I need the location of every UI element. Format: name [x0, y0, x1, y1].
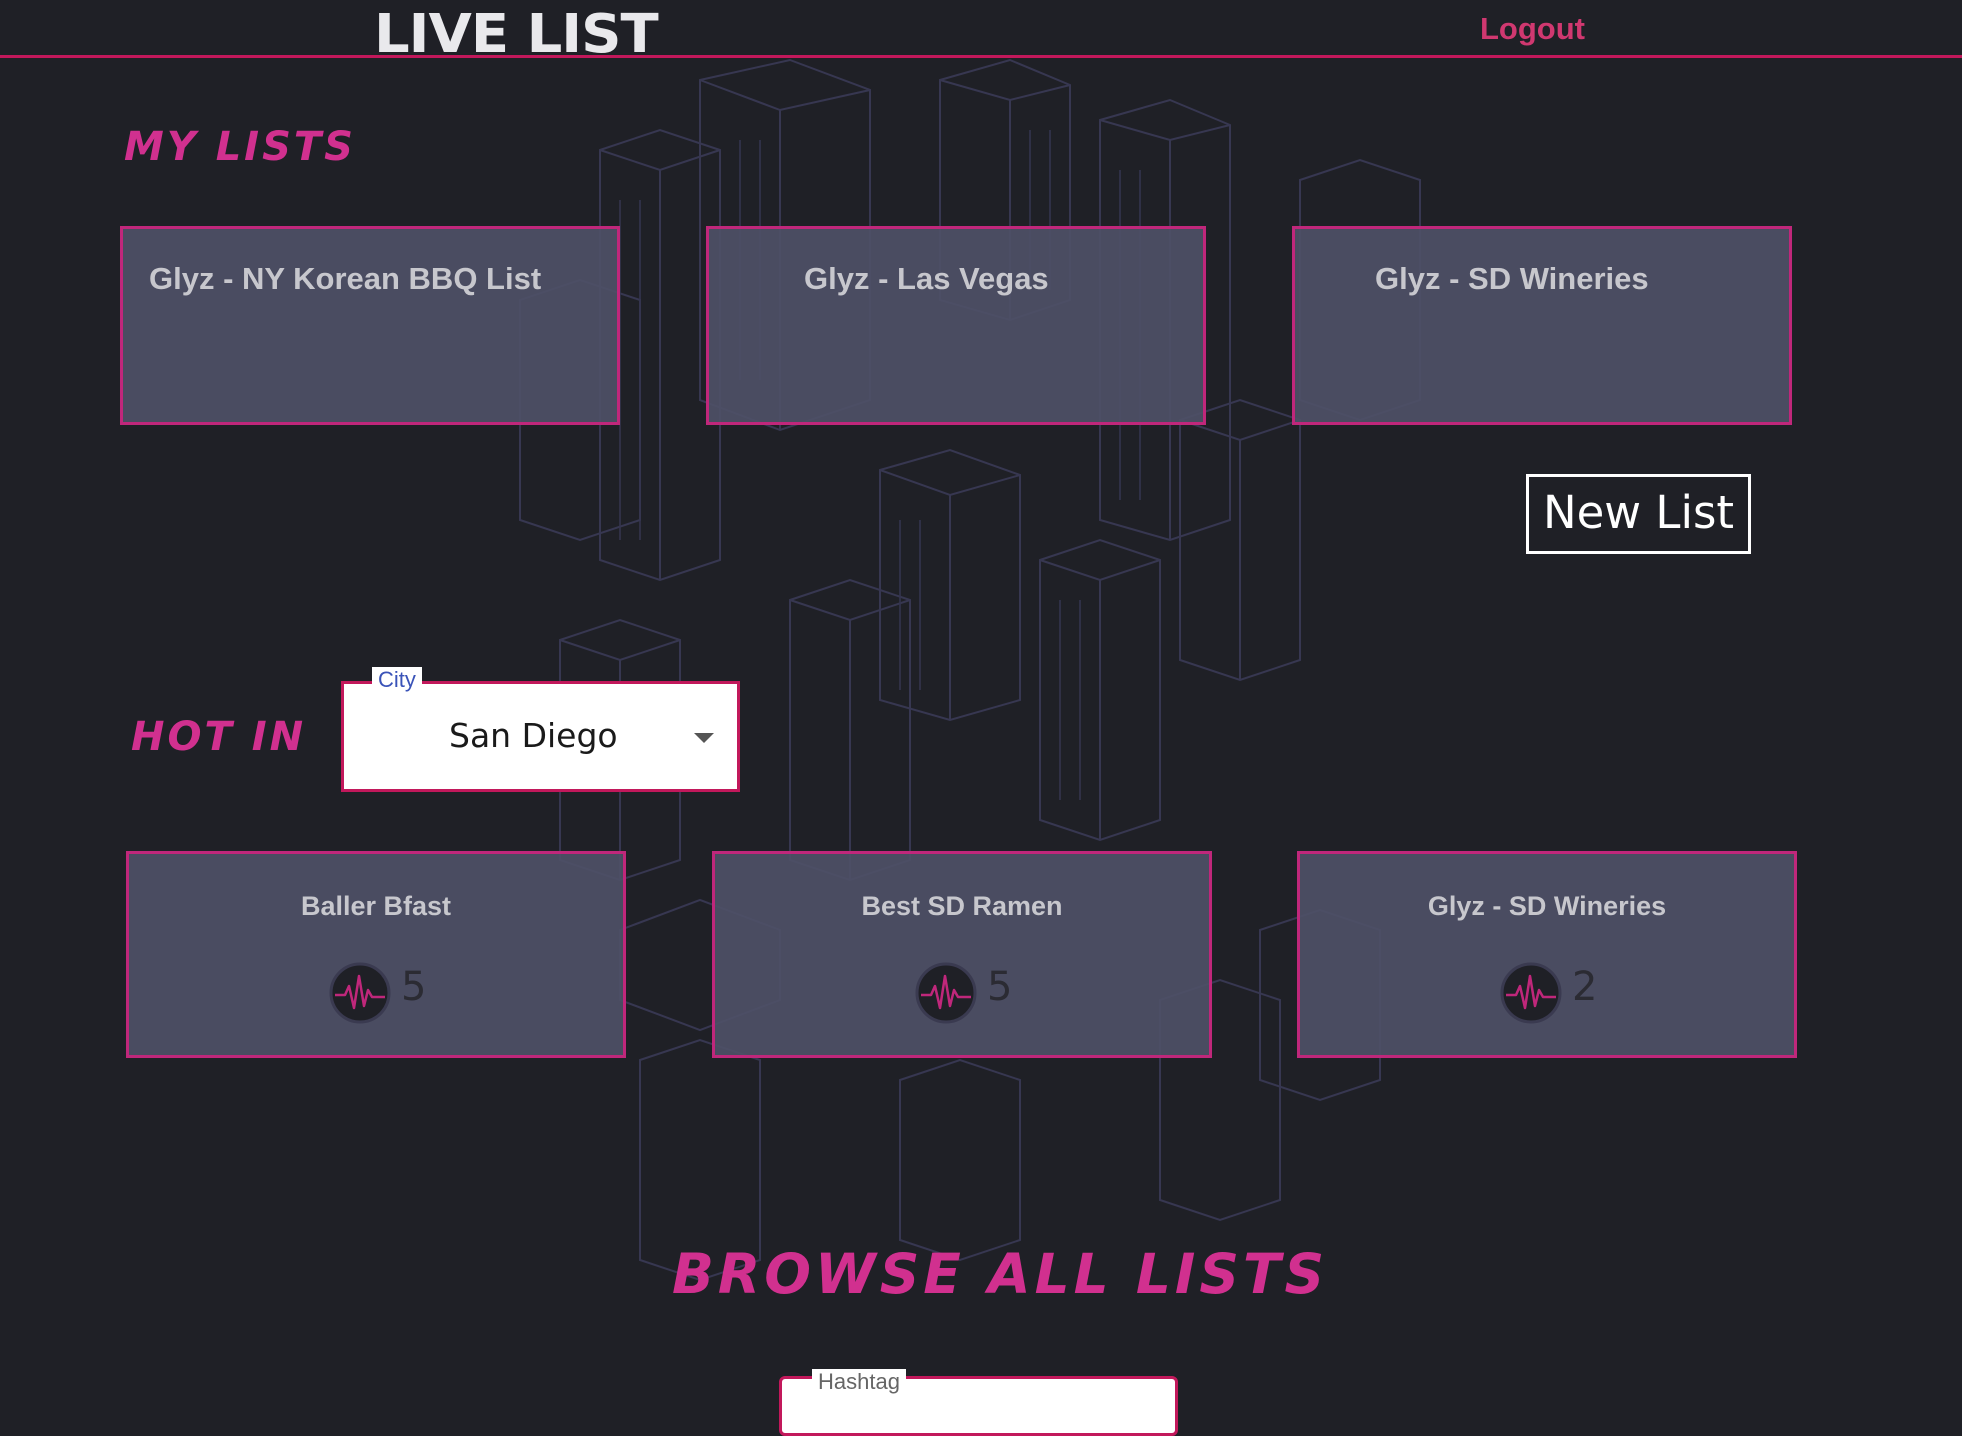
hashtag-input[interactable]: Hashtag	[779, 1369, 1178, 1436]
like-count: 5	[401, 964, 427, 1010]
hot-card-title: Baller Bfast	[300, 891, 452, 921]
hashtag-label: Hashtag	[812, 1369, 906, 1395]
top-header: LIVE LIST Logout	[0, 0, 1962, 65]
logout-link[interactable]: Logout	[1480, 11, 1585, 47]
hot-card-title: Best SD Ramen	[861, 891, 1063, 921]
my-lists-heading: MY LISTS	[124, 124, 356, 170]
hot-list-card[interactable]: Glyz - SD Wineries 2	[1297, 851, 1797, 1058]
my-list-card[interactable]: Glyz - NY Korean BBQ List	[120, 226, 620, 425]
hot-list-card[interactable]: Best SD Ramen 5	[712, 851, 1212, 1058]
chevron-down-icon[interactable]	[694, 733, 714, 743]
hot-card-title: Glyz - SD Wineries	[1427, 891, 1667, 921]
pulse-icon	[1500, 962, 1562, 1024]
city-select[interactable]: City San Diego	[341, 667, 740, 792]
like-count: 2	[1572, 964, 1598, 1010]
like-count: 5	[987, 964, 1013, 1010]
pulse-icon	[329, 962, 391, 1024]
hot-in-heading: HOT IN	[131, 714, 307, 760]
city-select-value: San Diego	[449, 716, 618, 755]
my-list-card[interactable]: Glyz - Las Vegas	[706, 226, 1206, 425]
list-card-title: Glyz - SD Wineries	[1375, 261, 1649, 296]
my-list-card[interactable]: Glyz - SD Wineries	[1292, 226, 1792, 425]
hot-list-card[interactable]: Baller Bfast 5	[126, 851, 626, 1058]
list-card-title: Glyz - Las Vegas	[804, 261, 1049, 296]
list-card-title: Glyz - NY Korean BBQ List	[149, 261, 542, 296]
new-list-button[interactable]: New List	[1526, 474, 1751, 554]
city-background	[519, 58, 1421, 1282]
app-logo[interactable]: LIVE LIST	[374, 4, 659, 66]
city-select-label: City	[372, 667, 422, 693]
pulse-icon	[915, 962, 977, 1024]
browse-all-heading: BROWSE ALL LISTS	[672, 1242, 1329, 1306]
